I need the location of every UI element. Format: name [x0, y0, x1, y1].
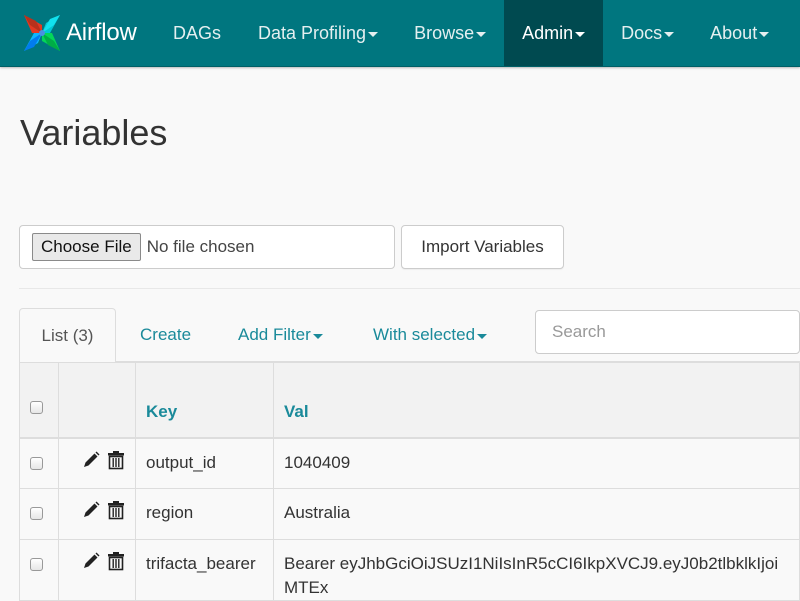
tab-create[interactable]: Create	[140, 308, 191, 362]
trash-icon[interactable]	[106, 450, 126, 470]
tab-create-label: Create	[140, 325, 192, 344]
choose-file-button[interactable]: Choose File	[32, 233, 141, 261]
nav-browse[interactable]: Browse	[396, 0, 504, 66]
file-input[interactable]: Choose File No file chosen	[19, 225, 395, 269]
caret-down-icon	[575, 31, 586, 37]
row-val: 1040409	[273, 437, 800, 489]
row-val: Bearer eyJhbGciOiJSUzI1NiIsInR5cCI6IkpXV…	[273, 539, 800, 601]
navbar: Airflow DAGs Data Profiling Browse Admin…	[0, 0, 800, 67]
file-status: No file chosen	[146, 237, 255, 256]
row-checkbox[interactable]	[30, 456, 43, 470]
row-check-cell	[19, 488, 59, 540]
trash-icon[interactable]	[106, 551, 126, 571]
row-checkbox[interactable]	[30, 507, 43, 520]
nav-browse-label: Browse	[414, 22, 475, 43]
row-key: trifacta_bearer	[135, 539, 274, 601]
table-header-row: Key Val	[19, 362, 800, 439]
table-row: trifacta_bearer Bearer eyJhbGciOiJSUzI1N…	[19, 539, 800, 601]
tab-add-filter[interactable]: Add Filter	[238, 308, 323, 362]
caret-down-icon	[759, 31, 770, 37]
pencil-icon[interactable]	[81, 551, 101, 571]
row-actions	[58, 539, 136, 601]
column-header-val[interactable]: Val	[273, 362, 800, 439]
select-all-cell	[19, 362, 59, 439]
tab-list-label: List (3)	[41, 325, 94, 345]
page-title: Variables	[20, 112, 168, 153]
table-row: output_id 1040409	[19, 437, 800, 489]
row-val: Australia	[273, 488, 800, 540]
airflow-logo-icon	[24, 15, 60, 51]
table-row: region Australia	[19, 488, 800, 540]
nav-dags-label: DAGs	[173, 22, 222, 43]
nav-about-label: About	[710, 22, 758, 43]
caret-down-icon	[368, 31, 379, 37]
brand-link[interactable]: Airflow	[20, 10, 137, 56]
actions-header	[58, 362, 136, 439]
pencil-icon[interactable]	[81, 500, 101, 520]
nav-data-profiling-label: Data Profiling	[258, 22, 367, 43]
caret-down-icon	[312, 333, 323, 339]
nav-docs-label: Docs	[621, 22, 663, 43]
row-check-cell	[19, 437, 59, 489]
tab-list[interactable]: List (3)	[19, 308, 116, 363]
caret-down-icon	[476, 31, 487, 37]
val-header-label: Val	[284, 401, 309, 421]
nav-about[interactable]: About	[692, 0, 787, 66]
caret-down-icon	[477, 333, 488, 339]
column-header-key[interactable]: Key	[135, 362, 274, 439]
variables-table: Key Val output_id 1040409 region Austral…	[19, 362, 800, 601]
tab-add-filter-label: Add Filter	[238, 325, 311, 344]
nav-admin-label: Admin	[522, 22, 574, 43]
nav-dags[interactable]: DAGs	[156, 0, 240, 66]
row-checkbox[interactable]	[30, 558, 43, 571]
row-key: region	[135, 488, 274, 540]
nav-admin[interactable]: Admin	[504, 0, 604, 66]
row-key: output_id	[135, 437, 274, 489]
row-actions	[58, 437, 136, 489]
main-nav: DAGs Data Profiling Browse Admin Docs Ab…	[156, 0, 787, 66]
tab-with-selected-label: With selected	[373, 325, 476, 344]
pencil-icon[interactable]	[81, 450, 101, 470]
divider	[19, 288, 800, 289]
trash-icon[interactable]	[106, 500, 126, 520]
nav-data-profiling[interactable]: Data Profiling	[240, 0, 396, 66]
key-header-label: Key	[146, 401, 178, 421]
nav-docs[interactable]: Docs	[603, 0, 692, 66]
row-actions	[58, 488, 136, 540]
tab-with-selected[interactable]: With selected	[373, 308, 488, 362]
caret-down-icon	[664, 31, 675, 37]
import-variables-button[interactable]: Import Variables	[401, 225, 564, 269]
search-input[interactable]	[535, 310, 800, 354]
row-check-cell	[19, 539, 59, 601]
brand-name: Airflow	[66, 19, 137, 46]
select-all-checkbox[interactable]	[30, 400, 43, 414]
